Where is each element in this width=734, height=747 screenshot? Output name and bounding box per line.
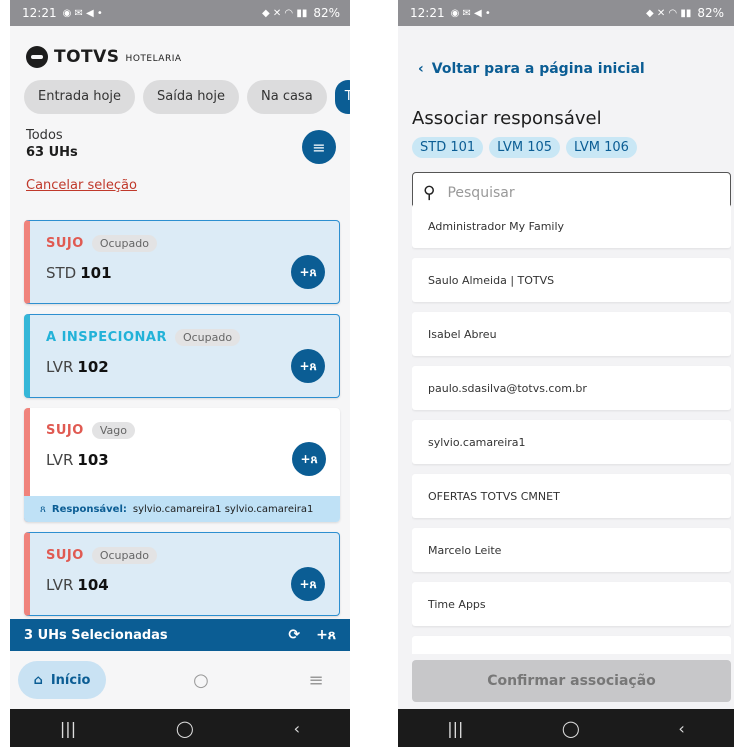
add-person-icon: +ጸ [299,358,317,373]
nav-home[interactable]: ⌂ Início [18,661,106,699]
refresh-icon[interactable]: ⟳ [288,627,300,643]
room-card[interactable]: SUJO Vago LVR 103 +ጸ ጸ Responsável: sylvio… [24,408,340,522]
room-card[interactable]: SUJO Ocupado LVR 104 +ጸ [24,532,340,616]
list-item[interactable]: sylvio.camareira1 [412,420,731,464]
list-item[interactable] [412,636,731,654]
notification-icons: ◉ ✉ ◀ • [62,7,103,19]
recent-apps-icon[interactable]: ||| [447,719,463,738]
list-item[interactable]: Marcelo Leite [412,528,731,572]
bottom-navigation: ⌂ Início ○ ≡ [10,651,350,709]
status-time: 12:21 [22,6,57,20]
page-title: Associar responsável [412,108,602,129]
chip-entrada-hoje[interactable]: Entrada hoje [24,80,136,114]
cancel-selection-link[interactable]: Cancelar seleção [26,178,137,193]
status-time: 12:21 [410,6,445,20]
search-icon[interactable]: ○ [181,670,221,691]
responsible-bar: ጸ Responsável: sylvio.camareira1 sylvio.… [24,496,340,522]
room-id: STD 101 [46,264,112,282]
assign-responsible-button[interactable]: +ጸ [291,349,325,383]
search-input[interactable]: Pesquisar [447,185,514,201]
room-id: LVR 102 [46,358,109,376]
chip-saida-hoje[interactable]: Saída hoje [143,80,239,114]
room-id: LVR 103 [46,451,109,469]
occupancy-badge: Vago [91,422,135,439]
user-list: Administrador My Family Saulo Almeida | … [412,204,731,654]
menu-icon[interactable]: ≡ [296,670,336,691]
app-brand: TOTVS HOTELARIA [10,26,350,72]
room-status: SUJO [46,423,84,438]
room-tag: LVM 106 [566,137,637,158]
battery-level: 82% [313,6,340,20]
housekeeping-screen: 12:21 ◉ ✉ ◀ • ◆ ✕ ◠ ▮▮ 82% TOTVS HOTELARIA… [10,0,350,747]
occupancy-badge: Ocupado [91,235,157,252]
brand-sub: HOTELARIA [125,54,182,64]
room-status: A INSPECIONAR [46,330,167,345]
battery-level: 82% [697,6,724,20]
recent-apps-icon[interactable]: ||| [60,719,76,738]
add-person-icon: +ጸ [299,264,317,279]
assign-responsible-button[interactable]: +ጸ [292,442,326,476]
rooms-summary: Todos 63 UHs ≡ [10,114,350,172]
chip-todos[interactable]: T [334,80,350,114]
system-navigation: ||| ◯ ‹ [398,709,734,747]
search-icon: ⚲ [423,183,436,203]
list-item[interactable]: Administrador My Family [412,204,731,248]
list-item[interactable]: paulo.sdasilva@totvs.com.br [412,366,731,410]
notification-icons: ◉ ✉ ◀ • [450,7,491,19]
back-chevron-icon: ‹ [418,61,424,77]
room-status: SUJO [46,236,84,251]
room-card[interactable]: A INSPECIONAR Ocupado LVR 102 +ጸ [24,314,340,398]
filter-button[interactable]: ≡ [302,130,336,164]
occupancy-badge: Ocupado [91,547,157,564]
system-navigation: ||| ◯ ‹ [10,709,350,747]
back-link[interactable]: ‹ Voltar para a página inicial [398,26,734,84]
assign-responsible-button[interactable]: +ጸ [291,255,325,289]
room-list: SUJO Ocupado STD 101 +ጸ A INSPECIONAR Ocupa… [24,220,340,626]
selected-rooms: STD 101 LVM 105 LVM 106 [398,129,734,158]
person-icon: ጸ [40,503,46,515]
occupancy-badge: Ocupado [174,329,241,346]
status-bar: 12:21 ◉ ✉ ◀ • ◆ ✕ ◠ ▮▮ 82% [10,0,350,26]
summary-label: Todos [26,128,63,143]
room-card[interactable]: SUJO Ocupado STD 101 +ጸ [24,220,340,304]
responsible-value: sylvio.camareira1 sylvio.camareira1 [132,503,314,515]
room-tag: LVM 105 [489,137,561,158]
room-status: SUJO [46,548,84,563]
assign-responsible-button[interactable]: +ጸ [291,567,325,601]
summary-count: 63 UHs [26,145,78,160]
selection-count: 3 UHs Selecionadas [24,627,168,643]
add-person-icon: +ጸ [299,576,317,591]
back-icon[interactable]: ‹ [294,719,300,738]
back-icon[interactable]: ‹ [678,719,684,738]
list-item[interactable]: Saulo Almeida | TOTVS [412,258,731,302]
room-tag: STD 101 [412,137,484,158]
filter-icon: ≡ [312,137,326,157]
list-item[interactable]: Isabel Abreu [412,312,731,356]
room-id: LVR 104 [46,576,109,594]
add-person-icon[interactable]: +ጸ [316,627,336,643]
chip-na-casa[interactable]: Na casa [247,80,327,114]
signal-icons: ◆ ✕ ◠ ▮▮ [261,7,308,19]
confirm-association-button[interactable]: Confirmar associação [412,660,731,702]
back-label: Voltar para a página inicial [431,61,645,77]
list-item[interactable]: Time Apps [412,582,731,626]
home-icon: ⌂ [33,672,43,688]
assign-responsible-screen: 12:21 ◉ ✉ ◀ • ◆ ✕ ◠ ▮▮ 82% ‹ Voltar para a… [398,0,734,747]
home-circle-icon[interactable]: ◯ [562,719,580,738]
home-circle-icon[interactable]: ◯ [176,719,194,738]
nav-home-label: Início [50,672,91,688]
brand-name: TOTVS [54,47,120,67]
signal-icons: ◆ ✕ ◠ ▮▮ [645,7,692,19]
responsible-label: Responsável: [51,503,127,515]
list-item[interactable]: OFERTAS TOTVS CMNET [412,474,731,518]
totvs-logo-icon [26,46,48,68]
status-bar: 12:21 ◉ ✉ ◀ • ◆ ✕ ◠ ▮▮ 82% [398,0,734,26]
filter-chips: Entrada hoje Saída hoje Na casa T [10,72,350,114]
add-person-icon: +ጸ [300,451,318,466]
selection-bar: 3 UHs Selecionadas ⟳ +ጸ [10,619,350,651]
